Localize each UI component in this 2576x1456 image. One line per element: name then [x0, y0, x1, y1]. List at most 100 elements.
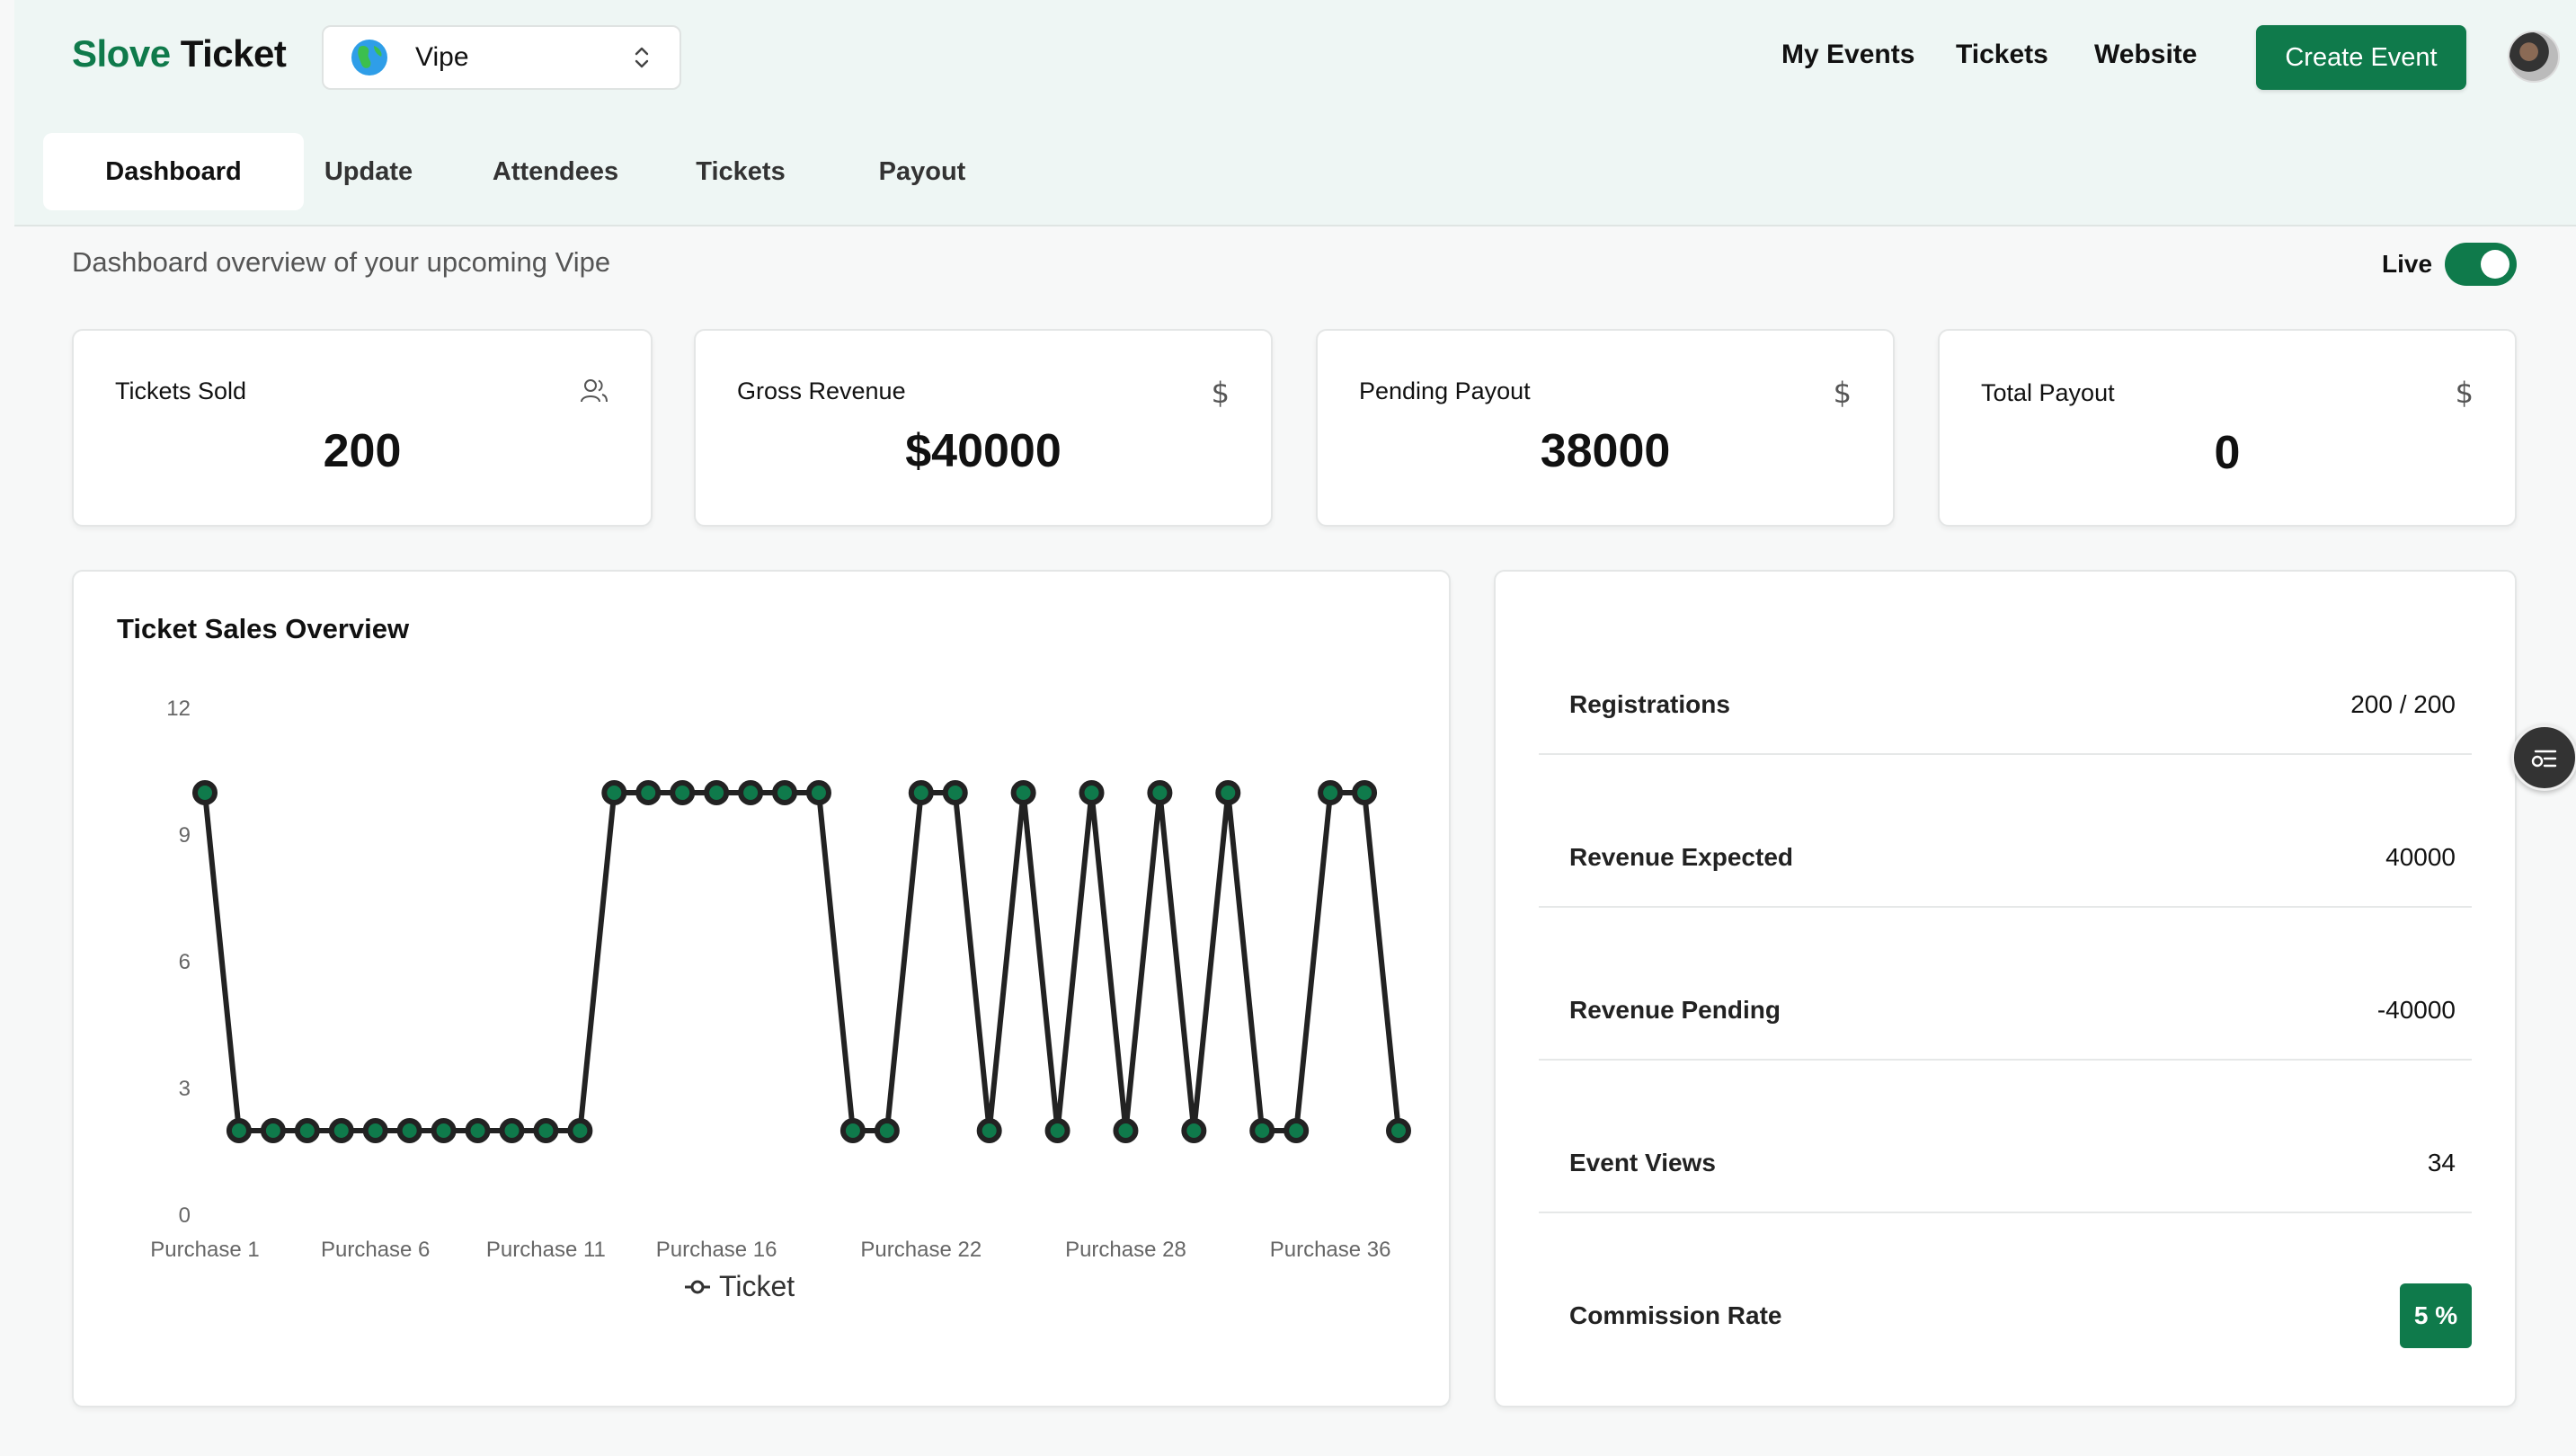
summary-label-revenue-expected: Revenue Expected	[1569, 843, 1793, 871]
summary-label-event-views: Event Views	[1569, 1149, 1716, 1176]
summary-value-revenue-expected: 40000	[2385, 843, 2456, 871]
data-point	[567, 1118, 593, 1143]
data-point	[1010, 780, 1036, 805]
stat-value: 38000	[1540, 425, 1671, 477]
nav-my-events[interactable]: My Events	[1781, 40, 1914, 70]
live-label: Live	[2382, 250, 2433, 278]
tab-tickets[interactable]: Tickets	[669, 133, 813, 210]
data-point	[839, 1118, 866, 1143]
event-summary-card: Registrations 200 / 200 Revenue Expected…	[1494, 570, 2517, 1407]
data-point	[1318, 780, 1344, 805]
dollar-icon: $	[1833, 376, 1852, 410]
tab-dashboard[interactable]: Dashboard	[43, 133, 304, 210]
series-line-ticket	[202, 790, 1401, 1133]
floating-menu-button[interactable]	[2511, 724, 2576, 791]
divider	[1539, 753, 2472, 755]
data-point	[533, 1118, 559, 1143]
data-point	[1113, 1118, 1139, 1143]
y-tick-label: 6	[179, 950, 191, 974]
stat-label: Gross Revenue	[737, 377, 906, 404]
y-tick-label: 3	[179, 1077, 191, 1101]
data-point	[328, 1118, 354, 1143]
avatar[interactable]	[2508, 31, 2560, 83]
stat-label: Pending Payout	[1359, 377, 1531, 404]
x-tick-label: Purchase 11	[486, 1238, 606, 1262]
summary-label-commission-rate: Commission Rate	[1569, 1301, 1782, 1329]
stat-card-total-payout: Total Payout $ 0	[1938, 329, 2517, 527]
data-point	[874, 1118, 900, 1143]
divider	[1539, 906, 2472, 908]
create-event-button[interactable]: Create Event	[2256, 25, 2466, 90]
stat-label: Tickets Sold	[115, 377, 247, 404]
stat-value: 0	[2214, 427, 2241, 479]
globe-icon	[351, 39, 388, 76]
data-point	[294, 1118, 320, 1143]
stat-card-gross-revenue: Gross Revenue $ $40000	[694, 329, 1273, 527]
ticket-sales-chart-card: Ticket Sales Overview 0 3 6 9 12 Purchase 1 Pu…	[72, 570, 1451, 1407]
data-point	[601, 780, 627, 805]
x-tick-label: Purchase 6	[321, 1238, 430, 1262]
live-toggle[interactable]	[2445, 243, 2517, 286]
dollar-icon: $	[2455, 376, 2474, 410]
data-point	[670, 780, 696, 805]
data-point	[908, 780, 934, 805]
tab-update[interactable]: Update	[288, 133, 449, 210]
y-tick-label: 12	[166, 697, 191, 721]
x-tick-label: Purchase 28	[1065, 1238, 1186, 1262]
x-tick-label: Purchase 1	[150, 1238, 259, 1262]
legend-marker	[690, 1280, 705, 1294]
summary-value-event-views: 34	[2427, 1149, 2456, 1176]
data-point	[805, 780, 831, 805]
data-point	[1147, 780, 1173, 805]
data-point	[431, 1118, 457, 1143]
data-point	[1181, 1118, 1207, 1143]
data-point	[738, 780, 764, 805]
list-filter-icon	[2531, 750, 2557, 768]
event-select-value: Vipe	[415, 42, 469, 72]
stat-value: 200	[323, 425, 402, 477]
divider	[1539, 1212, 2472, 1213]
brand-logo[interactable]: Slove Ticket	[72, 32, 287, 75]
data-point	[772, 780, 798, 805]
x-tick-label: Purchase 16	[656, 1238, 777, 1262]
ticket-sales-chart: 0 3 6 9 12 Purchase 1 Purchase 6 Purchase 11 Pur…	[150, 697, 1411, 1302]
commission-rate-badge: 5 %	[2400, 1283, 2472, 1348]
data-point	[260, 1118, 286, 1143]
data-point	[499, 1118, 525, 1143]
summary-label-registrations: Registrations	[1569, 690, 1730, 718]
stat-card-tickets-sold: Tickets Sold 200	[72, 329, 653, 527]
brand-part-2: Ticket	[180, 32, 287, 75]
tab-attendees[interactable]: Attendees	[466, 133, 645, 210]
x-tick-label: Purchase 36	[1270, 1238, 1391, 1262]
data-point	[1079, 780, 1105, 805]
dollar-icon: $	[1211, 376, 1230, 410]
nav-tickets[interactable]: Tickets	[1956, 40, 2048, 70]
top-header: Slove Ticket Vipe My Events Tickets Webs…	[14, 0, 2576, 226]
y-tick-label: 0	[179, 1203, 191, 1228]
data-point	[1044, 1118, 1070, 1143]
data-point	[1215, 780, 1241, 805]
summary-value-revenue-pending: -40000	[2376, 996, 2456, 1024]
divider	[1539, 1059, 2472, 1061]
data-point	[1249, 1118, 1275, 1143]
tab-payout[interactable]: Payout	[847, 133, 998, 210]
legend-label: Ticket	[719, 1270, 795, 1302]
page-subtitle: Dashboard overview of your upcoming Vipe	[72, 246, 611, 278]
data-point	[1386, 1118, 1411, 1143]
data-point	[942, 780, 968, 805]
data-point	[976, 1118, 1002, 1143]
event-select[interactable]: Vipe	[322, 25, 681, 90]
toggle-knob	[2481, 250, 2509, 279]
stat-card-pending-payout: Pending Payout $ 38000	[1316, 329, 1895, 527]
data-point	[1352, 780, 1378, 805]
data-point	[635, 780, 662, 805]
y-tick-label: 9	[179, 823, 191, 848]
data-point	[465, 1118, 491, 1143]
data-point	[226, 1118, 252, 1143]
brand-part-1: Slove	[72, 32, 171, 75]
stat-value: $40000	[905, 425, 1061, 477]
summary-label-revenue-pending: Revenue Pending	[1569, 996, 1781, 1024]
chevron-updown-icon	[635, 47, 649, 68]
nav-website[interactable]: Website	[2094, 40, 2197, 70]
data-point	[192, 780, 218, 805]
